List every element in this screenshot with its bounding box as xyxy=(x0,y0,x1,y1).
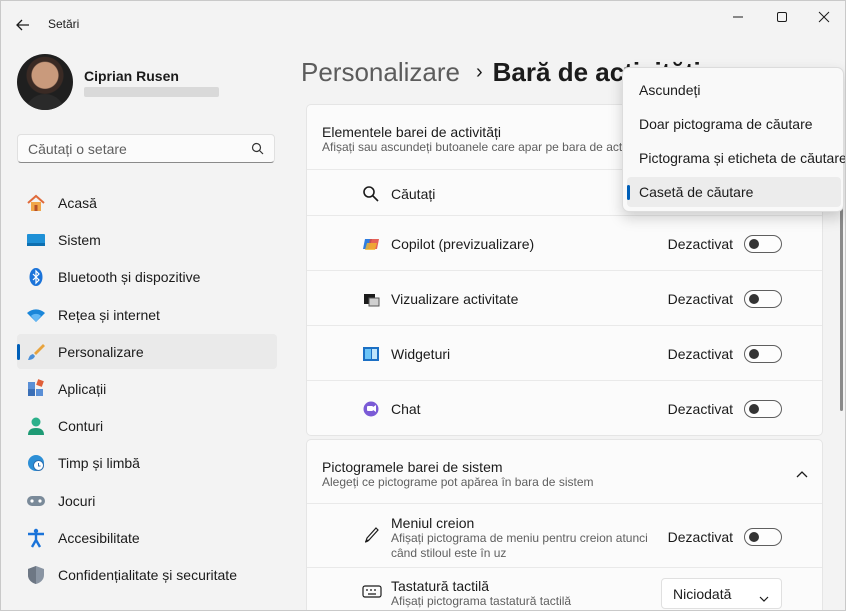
sidebar-item-time-language[interactable]: Timp și limbă xyxy=(17,445,277,480)
user-name: Ciprian Rusen xyxy=(84,68,179,84)
sidebar-item-apps[interactable]: Aplicații xyxy=(17,371,277,406)
taskbar-item-task-view-row: Vizualizare activitate Dezactivat xyxy=(307,270,822,326)
sidebar-item-network[interactable]: Rețea și internet xyxy=(17,297,277,332)
app-title: Setări xyxy=(48,17,80,31)
sidebar-item-home[interactable]: Acasă xyxy=(17,185,277,220)
row-description: Afișați pictograma tastatură tactilă xyxy=(391,594,572,608)
apps-icon xyxy=(26,379,46,399)
row-label: Copilot (previzualizare) xyxy=(391,236,535,252)
toggle-state-label: Dezactivat xyxy=(667,291,733,307)
search-mode-dropdown: Ascundeți Doar pictograma de căutare Pic… xyxy=(622,67,845,212)
option-label: Ascundeți xyxy=(639,82,701,98)
option-label: Doar pictograma de căutare xyxy=(639,116,813,132)
sidebar-item-label: Aplicații xyxy=(58,380,107,397)
sidebar-item-bluetooth[interactable]: Bluetooth și dispozitive xyxy=(17,259,277,294)
sidebar-item-privacy[interactable]: Confidențialitate și securitate xyxy=(17,557,277,592)
sidebar-item-label: Confidențialitate și securitate xyxy=(58,566,237,583)
close-button[interactable] xyxy=(801,7,845,27)
taskbar-item-chat-row: Chat Dezactivat xyxy=(307,380,822,437)
chat-toggle[interactable] xyxy=(744,400,782,418)
pen-icon xyxy=(362,526,380,544)
taskbar-item-copilot-row: Copilot (previzualizare) Dezactivat xyxy=(307,215,822,271)
row-label: Căutați xyxy=(391,186,436,202)
system-icon xyxy=(26,230,46,250)
dropdown-option-icon-only[interactable]: Doar pictograma de căutare xyxy=(627,109,841,139)
settings-window: Setări Ciprian Rusen Căutați o setare Ac… xyxy=(0,0,846,611)
avatar[interactable] xyxy=(17,54,73,110)
chat-icon xyxy=(362,400,380,418)
option-label: Casetă de căutare xyxy=(639,184,754,200)
breadcrumb-parent[interactable]: Personalizare xyxy=(301,57,460,87)
dropdown-option-icon-and-label[interactable]: Pictograma și eticheta de căutare xyxy=(627,143,845,173)
sidebar-item-accounts[interactable]: Conturi xyxy=(17,408,277,443)
section-subtitle: Alegeți ce pictograme pot apărea în bara… xyxy=(322,475,594,489)
search-icon xyxy=(251,142,264,158)
touch-keyboard-select[interactable]: Niciodată xyxy=(661,578,782,609)
sidebar-item-system[interactable]: Sistem xyxy=(17,222,277,257)
shield-icon xyxy=(26,565,46,585)
sidebar-item-personalization[interactable]: Personalizare xyxy=(17,333,277,369)
widgets-toggle[interactable] xyxy=(744,345,782,363)
system-tray-card: Pictogramele barei de sistem Alegeți ce … xyxy=(306,439,823,610)
maximize-button[interactable] xyxy=(759,7,805,27)
account-icon xyxy=(26,416,46,436)
copilot-icon xyxy=(362,235,380,253)
task-view-icon xyxy=(362,290,380,308)
sidebar-item-label: Sistem xyxy=(58,232,101,249)
sidebar-item-label: Acasă xyxy=(58,195,97,211)
dropdown-option-hide[interactable]: Ascundeți xyxy=(627,75,841,105)
option-label: Pictograma și eticheta de căutare xyxy=(639,150,846,166)
toggle-state-label: Dezactivat xyxy=(667,236,733,252)
widgets-icon xyxy=(362,345,380,363)
section-subtitle: Afișați sau ascundeți butoanele care apa… xyxy=(322,140,650,154)
home-icon xyxy=(26,193,46,213)
row-label: Tastatură tactilă xyxy=(391,578,490,594)
sidebar-nav: Acasă Sistem Bluetooth și dispozitive Re… xyxy=(17,185,277,594)
section-title: Pictogramele barei de sistem xyxy=(322,459,503,475)
pen-menu-toggle[interactable] xyxy=(744,528,782,546)
chevron-up-icon[interactable] xyxy=(796,465,808,481)
sidebar-item-label: Bluetooth și dispozitive xyxy=(58,269,201,286)
toggle-state-label: Dezactivat xyxy=(667,346,733,362)
gamepad-icon xyxy=(26,491,46,511)
row-description: Afișați pictograma de meniu pentru creio… xyxy=(391,531,648,560)
section-title: Elementele barei de activități xyxy=(322,124,501,140)
toggle-state-label: Dezactivat xyxy=(667,529,733,545)
sidebar-item-label: Personalizare xyxy=(58,343,144,360)
globe-clock-icon xyxy=(26,453,46,473)
row-label: Meniul creion xyxy=(391,515,475,531)
back-arrow-icon[interactable] xyxy=(13,15,33,35)
minimize-button[interactable] xyxy=(715,7,761,27)
wifi-icon xyxy=(26,305,46,325)
sidebar-item-label: Jocuri xyxy=(58,492,96,509)
row-label: Widgeturi xyxy=(391,346,451,362)
select-value: Niciodată xyxy=(673,586,732,602)
row-label: Vizualizare activitate xyxy=(391,291,519,307)
row-label: Chat xyxy=(391,401,421,417)
copilot-toggle[interactable] xyxy=(744,235,782,253)
sidebar-item-accessibility[interactable]: Accesibilitate xyxy=(17,520,277,555)
accessibility-icon xyxy=(26,528,46,548)
search-placeholder: Căutați o setare xyxy=(28,141,127,157)
sidebar-item-label: Accesibilitate xyxy=(58,529,140,546)
sidebar-item-label: Rețea și internet xyxy=(58,306,160,323)
search-icon xyxy=(362,185,380,203)
sidebar-item-label: Timp și limbă xyxy=(58,455,140,472)
brush-icon xyxy=(26,342,46,362)
breadcrumb-separator-icon: › xyxy=(475,61,483,83)
keyboard-icon xyxy=(362,582,382,600)
pen-menu-row: Meniul creion Afișați pictograma de meni… xyxy=(307,503,822,568)
task-view-toggle[interactable] xyxy=(744,290,782,308)
toggle-state-label: Dezactivat xyxy=(667,401,733,417)
search-input[interactable]: Căutați o setare xyxy=(17,134,275,163)
dropdown-option-search-box[interactable]: Casetă de căutare xyxy=(627,177,841,207)
touch-keyboard-row: Tastatură tactilă Afișați pictograma tas… xyxy=(307,567,822,610)
sidebar-item-gaming[interactable]: Jocuri xyxy=(17,483,277,518)
sidebar-item-label: Conturi xyxy=(58,418,104,435)
title-bar: Setări xyxy=(1,1,845,47)
taskbar-item-widgets-row: Widgeturi Dezactivat xyxy=(307,325,822,381)
user-email-redacted xyxy=(84,87,219,97)
bluetooth-icon xyxy=(26,267,46,287)
chevron-down-icon xyxy=(759,590,769,606)
